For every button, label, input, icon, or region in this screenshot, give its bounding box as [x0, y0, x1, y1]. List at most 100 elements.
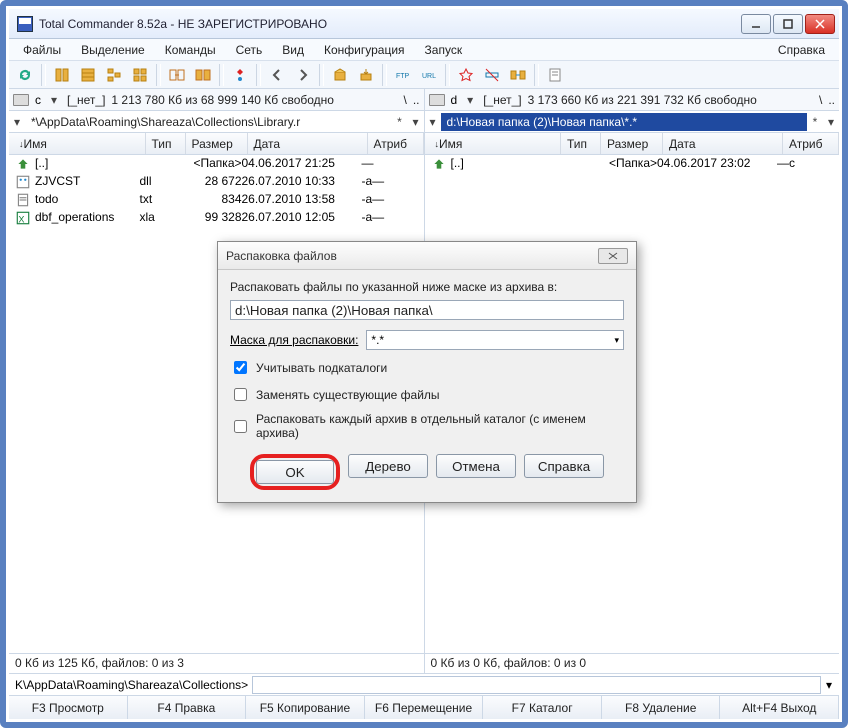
ftp-icon[interactable]: FTP [391, 63, 415, 87]
file-row[interactable]: [..]<Папка>04.06.2017 21:25— [9, 155, 424, 173]
view-thumbs-icon[interactable] [128, 63, 152, 87]
menu-commands[interactable]: Команды [157, 41, 224, 59]
chk-subdirs-box[interactable] [234, 361, 247, 374]
path-right-history[interactable]: ▾ [823, 115, 839, 129]
path-left-dropdown[interactable]: ▾ [9, 115, 25, 129]
drive-right-updir[interactable]: .. [828, 93, 835, 107]
file-date: 04.06.2017 21:25 [242, 156, 362, 172]
drive-right-root[interactable]: \ [819, 93, 822, 107]
unpack-dialog: Распаковка файлов Распаковать файлы по у… [217, 241, 637, 503]
path-left-history[interactable]: ▾ [408, 115, 424, 129]
menubar: Файлы Выделение Команды Сеть Вид Конфигу… [9, 39, 839, 61]
drive-d-icon[interactable] [429, 94, 445, 106]
help-button[interactable]: Справка [524, 454, 604, 478]
notepad-icon[interactable] [543, 63, 567, 87]
path-right-dropdown[interactable]: ▾ [425, 115, 441, 129]
drive-dropdown-right[interactable]: ▾ [463, 93, 477, 107]
chk-overwrite-box[interactable] [234, 388, 247, 401]
invert-selection-icon[interactable] [228, 63, 252, 87]
menu-help[interactable]: Справка [770, 41, 833, 59]
path-right[interactable]: d:\Новая папка (2)\Новая папка\*.* [441, 113, 808, 131]
cmdline-dropdown[interactable]: ▾ [821, 678, 837, 692]
col-attr-left[interactable]: Атриб [368, 133, 424, 154]
unpack-icon[interactable] [354, 63, 378, 87]
col-ext-left[interactable]: Тип [146, 133, 186, 154]
multi-rename-icon[interactable] [480, 63, 504, 87]
menu-config[interactable]: Конфигурация [316, 41, 413, 59]
back-icon[interactable] [265, 63, 289, 87]
swap-panels-icon[interactable] [165, 63, 189, 87]
drive-right-space: 3 173 660 Кб из 221 391 732 Кб свободно [528, 93, 757, 107]
drive-right-none: [_нет_] [483, 93, 521, 107]
col-attr-right[interactable]: Атриб [783, 133, 839, 154]
path-left-favorites-icon[interactable]: * [392, 115, 408, 129]
url-icon[interactable]: URL [417, 63, 441, 87]
maximize-button[interactable] [773, 14, 803, 34]
view-full-icon[interactable] [76, 63, 100, 87]
file-size: 99 328 [180, 210, 242, 226]
col-ext-right[interactable]: Тип [561, 133, 601, 154]
menu-view[interactable]: Вид [274, 41, 312, 59]
path-left[interactable]: *\AppData\Roaming\Shareaza\Collections\L… [25, 113, 392, 131]
file-attr: -a— [362, 210, 418, 226]
ok-button[interactable]: OK [256, 460, 334, 484]
col-name-left[interactable]: ↓Имя [9, 133, 146, 154]
menu-net[interactable]: Сеть [228, 41, 271, 59]
pack-icon[interactable] [328, 63, 352, 87]
cmdline-input[interactable] [252, 676, 821, 694]
sync-dirs-icon[interactable] [506, 63, 530, 87]
view-brief-icon[interactable] [50, 63, 74, 87]
f8-delete-button[interactable]: F8 Удаление [602, 696, 721, 719]
file-date: 04.06.2017 23:02 [657, 156, 777, 172]
close-button[interactable] [805, 14, 835, 34]
chk-separate-dirs[interactable]: Распаковать каждый архив в отдельный кат… [230, 412, 624, 440]
view-tree-icon[interactable] [102, 63, 126, 87]
col-date-left[interactable]: Дата [248, 133, 368, 154]
chk-overwrite[interactable]: Заменять существующие файлы [230, 385, 624, 404]
target-equals-source-icon[interactable] [191, 63, 215, 87]
drive-left-updir[interactable]: .. [413, 93, 420, 107]
drive-d-letter[interactable]: d [451, 93, 458, 107]
forward-icon[interactable] [291, 63, 315, 87]
col-size-right[interactable]: Размер [601, 133, 663, 154]
chk-separate-dirs-box[interactable] [234, 420, 247, 433]
xla-icon: X [15, 210, 31, 226]
file-row[interactable]: todotxt83426.07.2010 13:58-a— [9, 191, 424, 209]
file-size: 834 [180, 192, 242, 208]
dialog-close-button[interactable] [598, 248, 628, 264]
window-title: Total Commander 8.52a - НЕ ЗАРЕГИСТРИРОВ… [39, 17, 741, 31]
path-row: ▾ *\AppData\Roaming\Shareaza\Collections… [9, 111, 839, 133]
drive-c-letter[interactable]: c [35, 93, 41, 107]
altf4-exit-button[interactable]: Alt+F4 Выход [720, 696, 839, 719]
search-icon[interactable] [454, 63, 478, 87]
cancel-button[interactable]: Отмена [436, 454, 516, 478]
minimize-button[interactable] [741, 14, 771, 34]
drive-c-icon[interactable] [13, 94, 29, 106]
f5-copy-button[interactable]: F5 Копирование [246, 696, 365, 719]
unpack-path-input[interactable] [230, 300, 624, 320]
file-date: 26.07.2010 13:58 [242, 192, 362, 208]
col-size-left[interactable]: Размер [186, 133, 248, 154]
file-name: [..] [451, 156, 556, 172]
f4-edit-button[interactable]: F4 Правка [128, 696, 247, 719]
refresh-icon[interactable] [13, 63, 37, 87]
col-date-right[interactable]: Дата [663, 133, 783, 154]
file-row[interactable]: ZJVCSTdll28 67226.07.2010 10:33-a— [9, 173, 424, 191]
menu-files[interactable]: Файлы [15, 41, 69, 59]
file-row[interactable]: [..]<Папка>04.06.2017 23:02—c [425, 155, 840, 173]
menu-start[interactable]: Запуск [417, 41, 471, 59]
f3-view-button[interactable]: F3 Просмотр [9, 696, 128, 719]
path-right-favorites-icon[interactable]: * [807, 115, 823, 129]
tree-button[interactable]: Дерево [348, 454, 428, 478]
col-name-right[interactable]: ↓Имя [425, 133, 562, 154]
toolbar: FTP URL [9, 61, 839, 89]
file-row[interactable]: Xdbf_operationsxla99 32826.07.2010 12:05… [9, 209, 424, 227]
menu-select[interactable]: Выделение [73, 41, 153, 59]
mask-combo[interactable]: *.*▾ [366, 330, 624, 350]
f7-mkdir-button[interactable]: F7 Каталог [483, 696, 602, 719]
f6-move-button[interactable]: F6 Перемещение [365, 696, 484, 719]
chk-subdirs[interactable]: Учитывать подкаталоги [230, 358, 624, 377]
drive-left-root[interactable]: \ [403, 93, 406, 107]
drive-dropdown-left[interactable]: ▾ [47, 93, 61, 107]
cmdline-prompt: K\AppData\Roaming\Shareaza\Collections> [11, 678, 252, 692]
